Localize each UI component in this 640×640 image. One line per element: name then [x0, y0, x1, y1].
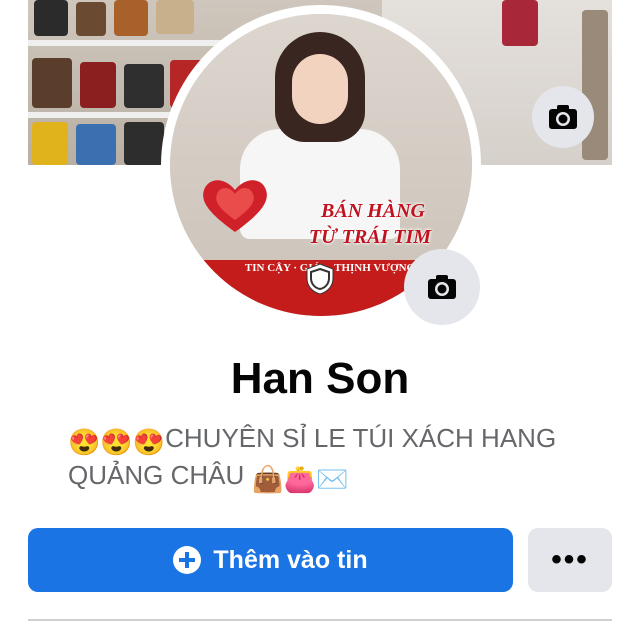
- cover-bag: [76, 124, 116, 165]
- avatar-overlay-line2: TỪ TRÁI TIM: [308, 226, 432, 248]
- profile-bio: 😍😍😍CHUYÊN SỈ LE TÚI XÁCH HANG QUẢNG CHÂU…: [68, 422, 588, 496]
- cover-bag: [124, 64, 164, 108]
- section-divider: [28, 619, 612, 621]
- plus-circle-icon: [173, 546, 202, 574]
- add-to-story-label: Thêm vào tin: [213, 545, 368, 574]
- profile-name: Han Son: [230, 354, 410, 403]
- more-dots-icon: •••: [551, 543, 589, 576]
- bio-emoji-suffix: 👜👛✉️: [251, 464, 349, 494]
- camera-icon: [428, 275, 456, 299]
- camera-icon: [549, 105, 577, 129]
- shield-icon: [306, 263, 334, 295]
- cover-bag: [32, 58, 72, 108]
- cover-bag: [76, 2, 106, 36]
- cover-suitcase: [502, 0, 538, 46]
- cover-bag: [124, 122, 164, 165]
- cover-bag: [32, 122, 68, 165]
- cover-camera-button[interactable]: [532, 86, 594, 148]
- heart-icon: [203, 180, 267, 232]
- cover-bag: [34, 0, 68, 36]
- cover-bag: [114, 0, 148, 36]
- bio-emoji-prefix: 😍😍😍: [68, 427, 166, 457]
- more-options-button[interactable]: •••: [528, 528, 612, 592]
- avatar-overlay-line1: BÁN HÀNG: [321, 200, 425, 222]
- cover-bag: [80, 62, 116, 108]
- add-to-story-button[interactable]: Thêm vào tin: [28, 528, 513, 592]
- avatar-figure-face: [292, 54, 348, 124]
- avatar-camera-button[interactable]: [404, 249, 480, 325]
